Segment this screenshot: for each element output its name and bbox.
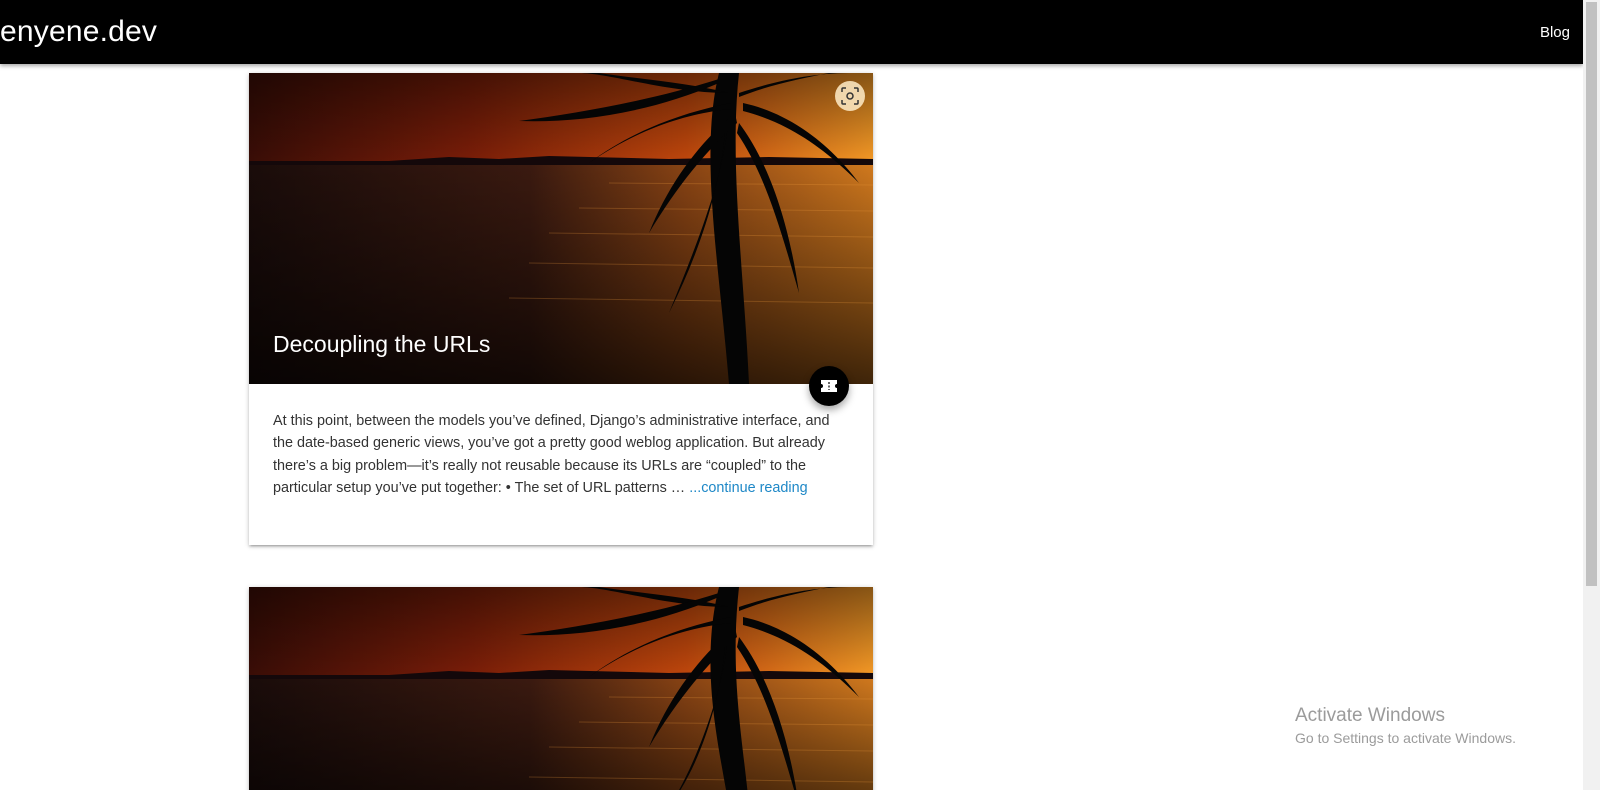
windows-activation-watermark: Activate Windows Go to Settings to activ… (1295, 704, 1516, 748)
continue-reading-link[interactable]: ...continue reading (689, 480, 807, 496)
post-title[interactable]: Decoupling the URLs (273, 330, 490, 358)
top-navbar: enyene.dev Blog (0, 0, 1583, 64)
page-scrollbar[interactable] (1583, 0, 1600, 790)
post-excerpt-paragraph: At this point, between the models you’ve… (273, 410, 849, 500)
nav-link-blog[interactable]: Blog (1540, 23, 1570, 43)
post-excerpt-container: At this point, between the models you’ve… (249, 384, 873, 500)
watermark-subtitle: Go to Settings to activate Windows. (1295, 730, 1516, 746)
brand-logo-link[interactable]: enyene.dev (0, 14, 157, 50)
lens-scan-icon[interactable] (835, 81, 865, 111)
watermark-title: Activate Windows (1295, 705, 1445, 726)
post-card-image (249, 587, 873, 790)
page: enyene.dev Blog Decoupling the URLs At t… (0, 0, 1600, 790)
post-card (249, 587, 873, 790)
sunset-palm-image (249, 587, 873, 790)
ticket-icon[interactable] (809, 366, 849, 406)
post-card: Decoupling the URLs At this point, betwe… (249, 73, 873, 545)
scrollbar-thumb[interactable] (1586, 2, 1597, 586)
post-card-image: Decoupling the URLs (249, 73, 873, 384)
